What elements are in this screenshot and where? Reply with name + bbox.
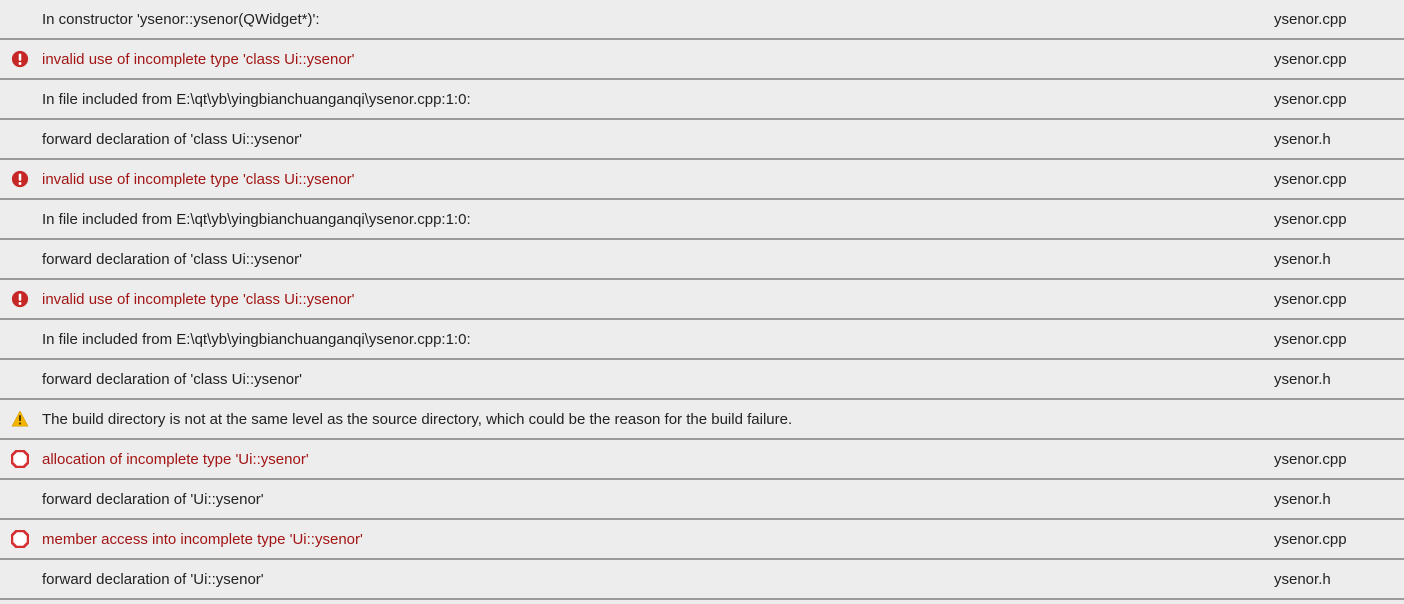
error-circle-icon [0, 50, 40, 68]
issue-row[interactable]: forward declaration of 'class Ui::ysenor… [0, 360, 1404, 400]
issue-message: allocation of incomplete type 'Ui::yseno… [40, 451, 1274, 468]
issue-message: invalid use of incomplete type 'class Ui… [40, 171, 1274, 188]
issue-file: ysenor.cpp [1274, 91, 1404, 108]
issue-row[interactable]: member access into incomplete type 'Ui::… [0, 520, 1404, 560]
issue-row[interactable]: allocation of incomplete type 'Ui::yseno… [0, 440, 1404, 480]
issue-file: ysenor.h [1274, 251, 1404, 268]
issue-row[interactable]: The build directory is not at the same l… [0, 400, 1404, 440]
error-octagon-icon [0, 530, 40, 548]
issue-row[interactable]: invalid use of incomplete type 'class Ui… [0, 280, 1404, 320]
issue-row[interactable]: In constructor 'ysenor::ysenor(QWidget*)… [0, 0, 1404, 40]
issue-message: In constructor 'ysenor::ysenor(QWidget*)… [40, 11, 1274, 28]
issue-message: forward declaration of 'Ui::ysenor' [40, 491, 1274, 508]
issue-file: ysenor.cpp [1274, 11, 1404, 28]
issue-message: invalid use of incomplete type 'class Ui… [40, 51, 1274, 68]
issue-row[interactable]: In file included from E:\qt\yb\yingbianc… [0, 200, 1404, 240]
warning-icon [0, 410, 40, 428]
issue-file: ysenor.h [1274, 571, 1404, 588]
issue-row[interactable]: In file included from E:\qt\yb\yingbianc… [0, 80, 1404, 120]
issue-message: forward declaration of 'class Ui::ysenor… [40, 371, 1274, 388]
issue-message: forward declaration of 'class Ui::ysenor… [40, 131, 1274, 148]
issue-file: ysenor.h [1274, 491, 1404, 508]
issue-row[interactable]: forward declaration of 'Ui::ysenor'yseno… [0, 560, 1404, 600]
issue-message: member access into incomplete type 'Ui::… [40, 531, 1274, 548]
issue-file: ysenor.cpp [1274, 291, 1404, 308]
issues-list: In constructor 'ysenor::ysenor(QWidget*)… [0, 0, 1404, 600]
issue-file: ysenor.h [1274, 371, 1404, 388]
issue-file: ysenor.h [1274, 131, 1404, 148]
issue-message: invalid use of incomplete type 'class Ui… [40, 291, 1274, 308]
issue-row[interactable]: forward declaration of 'class Ui::ysenor… [0, 120, 1404, 160]
issue-file: ysenor.cpp [1274, 211, 1404, 228]
issue-row[interactable]: In file included from E:\qt\yb\yingbianc… [0, 320, 1404, 360]
issue-file: ysenor.cpp [1274, 331, 1404, 348]
error-circle-icon [0, 290, 40, 308]
issue-row[interactable]: invalid use of incomplete type 'class Ui… [0, 40, 1404, 80]
error-circle-icon [0, 170, 40, 188]
issue-message: forward declaration of 'class Ui::ysenor… [40, 251, 1274, 268]
issue-message: forward declaration of 'Ui::ysenor' [40, 571, 1274, 588]
issue-message: In file included from E:\qt\yb\yingbianc… [40, 91, 1274, 108]
issue-message: In file included from E:\qt\yb\yingbianc… [40, 211, 1274, 228]
issue-file: ysenor.cpp [1274, 51, 1404, 68]
issue-message: The build directory is not at the same l… [40, 411, 1274, 428]
issue-file: ysenor.cpp [1274, 171, 1404, 188]
issue-row[interactable]: invalid use of incomplete type 'class Ui… [0, 160, 1404, 200]
issue-file: ysenor.cpp [1274, 451, 1404, 468]
issue-message: In file included from E:\qt\yb\yingbianc… [40, 331, 1274, 348]
issue-row[interactable]: forward declaration of 'class Ui::ysenor… [0, 240, 1404, 280]
error-octagon-icon [0, 450, 40, 468]
issue-file: ysenor.cpp [1274, 531, 1404, 548]
issue-row[interactable]: forward declaration of 'Ui::ysenor'yseno… [0, 480, 1404, 520]
